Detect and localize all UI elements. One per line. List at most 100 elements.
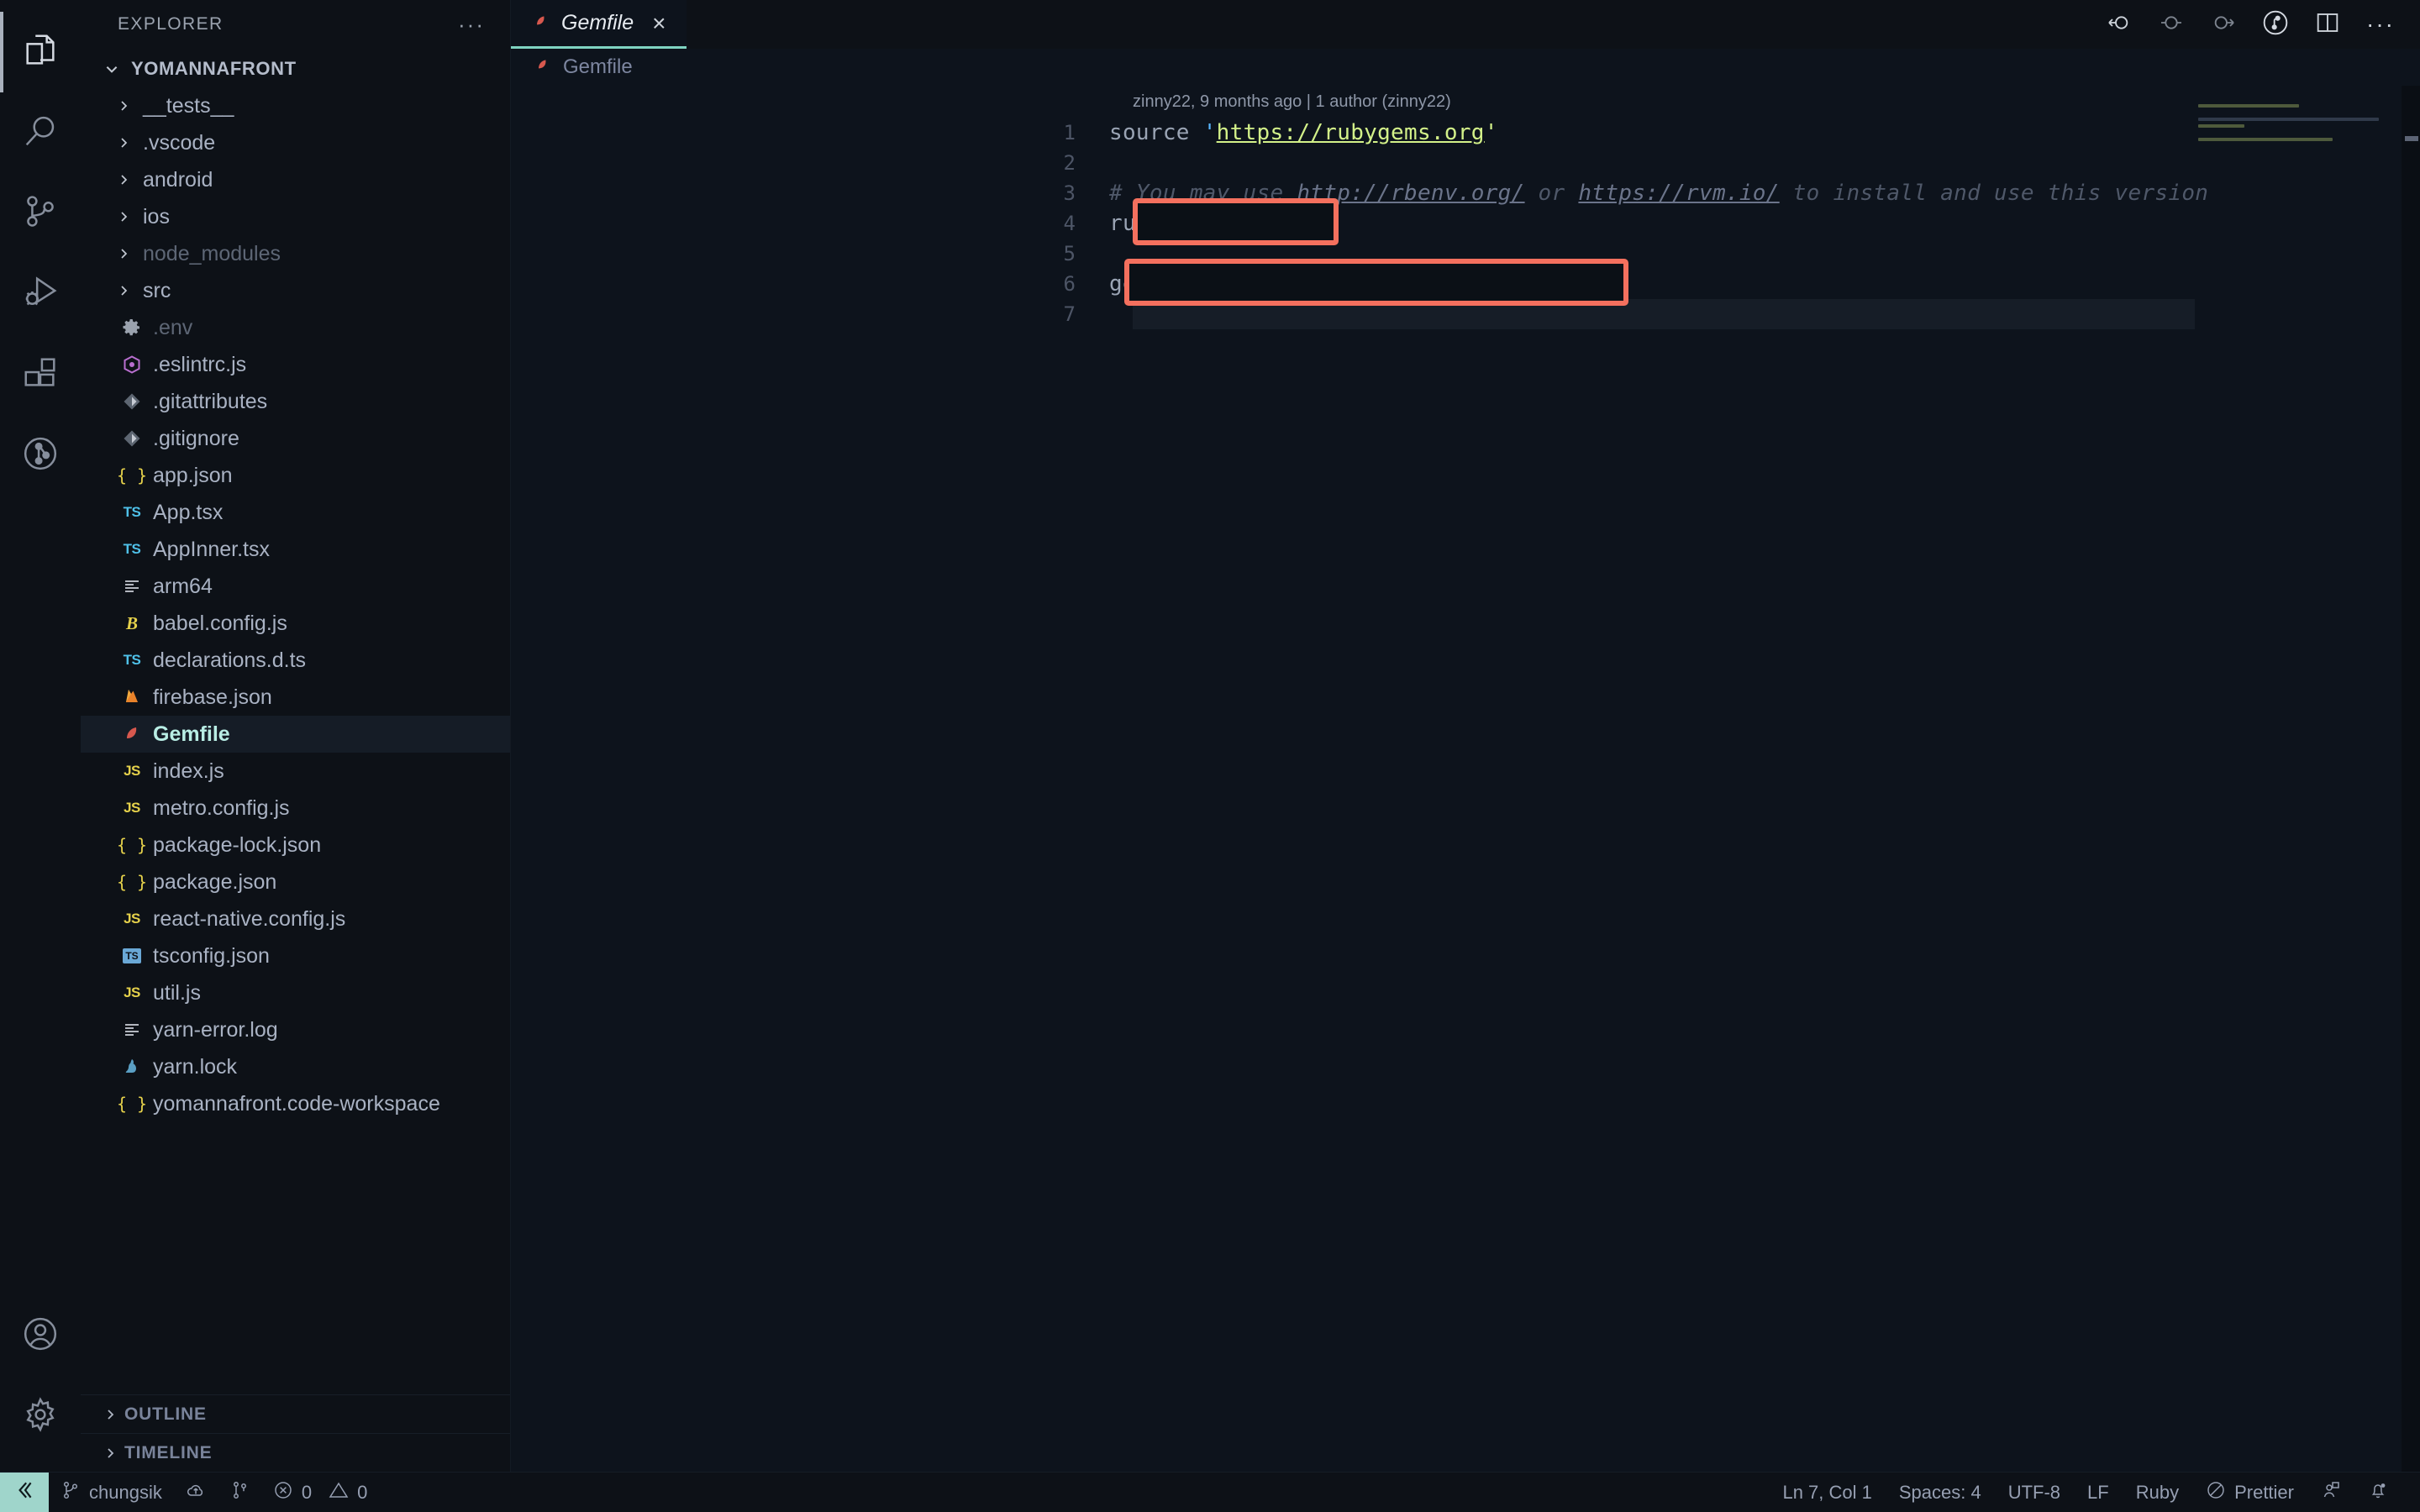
tree-item--env[interactable]: .env <box>81 309 510 346</box>
editor-area: Gemfile × ··· Gemfile zinny22, 9 months … <box>511 0 2420 1472</box>
ts-icon: TS <box>123 541 141 557</box>
status-cursor-position[interactable]: Ln 7, Col 1 <box>1769 1473 1885 1512</box>
json-icon: { } <box>116 835 148 855</box>
tsconfig-icon: TS <box>116 948 148 963</box>
sidebar-more-actions[interactable]: ··· <box>458 13 485 35</box>
activity-item-run-and-debug[interactable] <box>0 254 81 334</box>
status-indentation[interactable]: Spaces: 4 <box>1886 1473 1995 1512</box>
status-bar-right: Ln 7, Col 1 Spaces: 4 UTF-8 LF Ruby Pret… <box>1769 1473 2420 1512</box>
activity-item-source-control[interactable] <box>0 173 81 254</box>
tree-item-metro-config-js[interactable]: JS metro.config.js <box>81 790 510 827</box>
prev-change-icon[interactable] <box>2106 9 2133 40</box>
chevron-right-icon <box>109 284 138 297</box>
editor-more-actions[interactable]: ··· <box>2366 13 2395 36</box>
tree-item-firebase-json[interactable]: firebase.json <box>81 679 510 716</box>
tree-item-yarn-lock[interactable]: yarn.lock <box>81 1048 510 1085</box>
tree-item-label: package-lock.json <box>153 832 322 857</box>
tree-item-util-js[interactable]: JS util.js <box>81 974 510 1011</box>
next-change-icon[interactable] <box>2210 9 2237 40</box>
tree-item-label: app.json <box>153 463 233 487</box>
tree-item-label: ios <box>143 204 170 228</box>
status-sync[interactable] <box>174 1473 218 1512</box>
chevron-right-icon <box>109 173 138 186</box>
tree-item-app-json[interactable]: { } app.json <box>81 457 510 494</box>
git-compare-icon[interactable] <box>2262 9 2289 40</box>
tree-item--tests-[interactable]: __tests__ <box>81 87 510 124</box>
source-control-icon <box>21 192 60 235</box>
tree-item-tsconfig-json[interactable]: TS tsconfig.json <box>81 937 510 974</box>
code-line[interactable]: 5 <box>511 239 2420 269</box>
status-encoding[interactable]: UTF-8 <box>1995 1473 2074 1512</box>
tree-item--vscode[interactable]: .vscode <box>81 124 510 161</box>
tree-item--eslintrc-js[interactable]: .eslintrc.js <box>81 346 510 383</box>
tree-item-label: .env <box>153 315 193 339</box>
activity-item-testing[interactable] <box>0 415 81 496</box>
code-line[interactable]: 6 gem 'cocoapods', '~> 1.11', '>= 1.11.2' <box>511 269 2420 299</box>
code-line[interactable]: 4 ruby '2.7.4' <box>511 208 2420 239</box>
split-editor-icon[interactable] <box>2314 9 2341 40</box>
overview-mark <box>2405 136 2418 141</box>
tree-item-ios[interactable]: ios <box>81 198 510 235</box>
tree-item--gitignore[interactable]: .gitignore <box>81 420 510 457</box>
ruby-icon <box>116 724 148 744</box>
code-token: # You may use <box>1109 181 1297 206</box>
activity-item-extensions[interactable] <box>0 334 81 415</box>
line-number: 2 <box>1063 151 1076 175</box>
status-feedback[interactable] <box>2307 1473 2354 1512</box>
minimap[interactable] <box>2198 104 2400 205</box>
js-icon: JS <box>124 800 140 816</box>
warning-icon <box>329 1480 349 1505</box>
status-compare[interactable] <box>218 1473 261 1512</box>
code-line[interactable]: 3 # You may use http://rbenv.org/ or http… <box>511 178 2420 208</box>
tree-item-yarn-error-log[interactable]: yarn-error.log <box>81 1011 510 1048</box>
tree-item-declarations-d-ts[interactable]: TS declarations.d.ts <box>81 642 510 679</box>
code-line[interactable]: 2 <box>511 148 2420 178</box>
tree-item-gemfile[interactable]: Gemfile <box>81 716 510 753</box>
prettier-block-icon <box>2206 1480 2226 1505</box>
tree-item-package-lock-json[interactable]: { } package-lock.json <box>81 827 510 864</box>
activity-item-manage[interactable] <box>0 1376 81 1457</box>
code-token: or <box>1524 181 1579 206</box>
tree-item-node-modules[interactable]: node_modules <box>81 235 510 272</box>
sidebar-title: EXPLORER <box>118 14 224 34</box>
tree-item-index-js[interactable]: JS index.js <box>81 753 510 790</box>
search-icon <box>21 112 60 155</box>
tree-item-arm64[interactable]: arm64 <box>81 568 510 605</box>
activity-item-explorer[interactable] <box>0 12 81 92</box>
sidebar-section-timeline[interactable]: TIMELINE <box>81 1433 510 1472</box>
activity-item-search[interactable] <box>0 92 81 173</box>
log-icon <box>116 1020 148 1040</box>
run-debug-icon <box>21 273 60 316</box>
tree-item-babel-config-js[interactable]: Bbabel.config.js <box>81 605 510 642</box>
status-problems[interactable]: 0 0 <box>261 1473 380 1512</box>
tree-item-yomannafront-code-workspace[interactable]: { } yomannafront.code-workspace <box>81 1085 510 1122</box>
tree-item-react-native-config-js[interactable]: JS react-native.config.js <box>81 900 510 937</box>
tree-item-package-json[interactable]: { } package.json <box>81 864 510 900</box>
tree-item-app-tsx[interactable]: TS App.tsx <box>81 494 510 531</box>
activity-item-accounts[interactable] <box>0 1295 81 1376</box>
tree-item-src[interactable]: src <box>81 272 510 309</box>
tree-root-yomannafront[interactable]: YOMANNAFRONT <box>81 50 510 87</box>
code-line[interactable]: 7 <box>511 299 2420 329</box>
code-token: gem <box>1109 271 1163 297</box>
code-token: https://rubygems.org <box>1216 120 1485 145</box>
minimap-line <box>2198 124 2244 128</box>
code-line[interactable]: 1 source 'https://rubygems.org' <box>511 118 2420 148</box>
breadcrumb[interactable]: Gemfile <box>511 49 2420 86</box>
tree-item--gitattributes[interactable]: .gitattributes <box>81 383 510 420</box>
close-icon[interactable]: × <box>645 11 666 35</box>
status-branch[interactable]: chungsik <box>49 1473 174 1512</box>
overview-ruler[interactable] <box>2402 86 2420 1472</box>
status-language-mode[interactable]: Ruby <box>2123 1473 2192 1512</box>
code-editor[interactable]: zinny22, 9 months ago | 1 author (zinny2… <box>511 86 2420 1472</box>
remote-window-button[interactable] <box>0 1472 49 1512</box>
current-change-icon[interactable] <box>2158 9 2185 40</box>
tree-item-appinner-tsx[interactable]: TS AppInner.tsx <box>81 531 510 568</box>
tree-item-android[interactable]: android <box>81 161 510 198</box>
status-eol[interactable]: LF <box>2074 1473 2123 1512</box>
sidebar-section-outline[interactable]: OUTLINE <box>81 1394 510 1433</box>
tab-gemfile[interactable]: Gemfile × <box>511 0 687 49</box>
line-content: # You may use http://rbenv.org/ or https… <box>1109 181 2208 206</box>
status-notifications[interactable] <box>2354 1473 2402 1512</box>
status-formatter[interactable]: Prettier <box>2192 1473 2307 1512</box>
